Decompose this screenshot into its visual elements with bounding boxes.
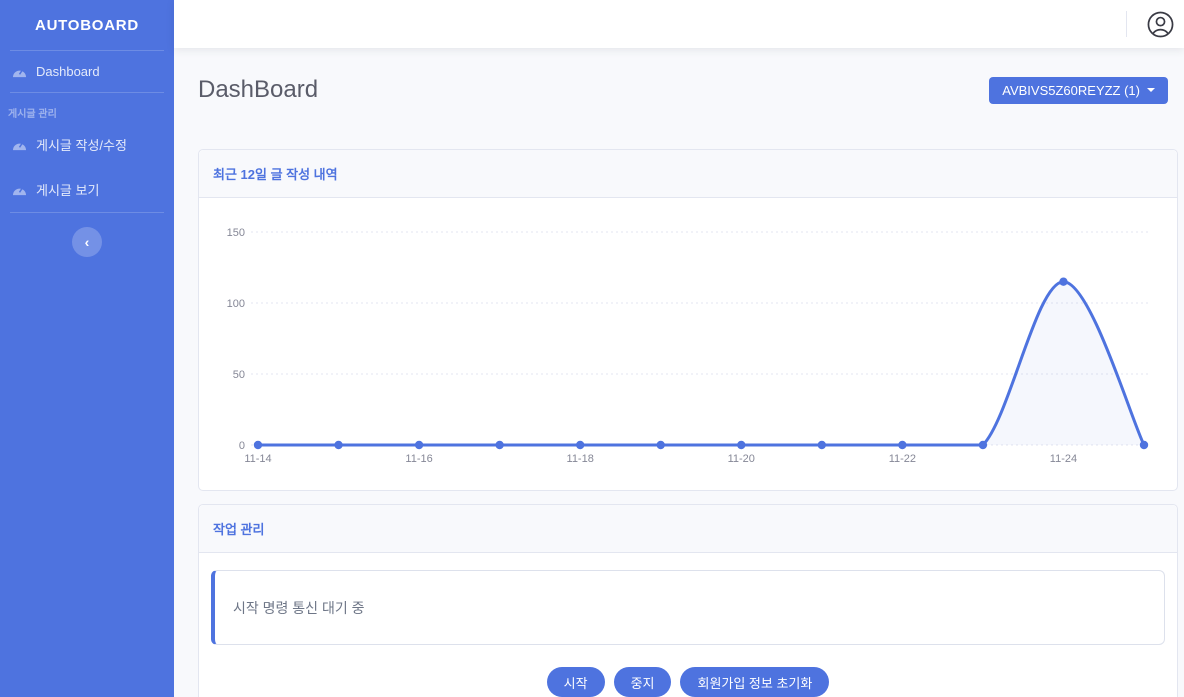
stop-button[interactable]: 중지: [614, 667, 672, 697]
sidebar: AUTOBOARD Dashboard 게시글 관리 게시글 작성/수정 게시글…: [0, 0, 174, 697]
svg-text:0: 0: [239, 440, 245, 452]
task-card-body: 시작 명령 통신 대기 중 시작 중지 회원가입 정보 초기화: [199, 553, 1177, 697]
page-title: DashBoard: [198, 76, 318, 104]
app-root: AUTOBOARD Dashboard 게시글 관리 게시글 작성/수정 게시글…: [0, 0, 1184, 697]
status-message-box: 시작 명령 통신 대기 중: [211, 570, 1165, 645]
sidebar-item-label: Dashboard: [36, 64, 100, 79]
content-area: DashBoard AVBIVS5Z60REYZZ (1) 최근 12일 글 작…: [174, 48, 1184, 697]
sidebar-item-label: 게시글 보기: [36, 180, 99, 199]
status-message: 시작 명령 통신 대기 중: [233, 598, 364, 618]
svg-text:11-24: 11-24: [1050, 453, 1077, 465]
sidebar-item-post-edit[interactable]: 게시글 작성/수정: [0, 122, 174, 167]
svg-text:11-14: 11-14: [244, 453, 271, 465]
topbar: [174, 0, 1184, 48]
account-dropdown-label: AVBIVS5Z60REYZZ (1): [1002, 83, 1140, 98]
chart-body: 0 50 100 150 11-14 11-16 11-18 11-20 11-22 11-24: [199, 198, 1177, 490]
task-buttons-row: 시작 중지 회원가입 정보 초기화: [211, 667, 1165, 697]
tachometer-icon: [12, 65, 27, 78]
page-header: DashBoard AVBIVS5Z60REYZZ (1): [198, 76, 1178, 104]
sidebar-item-post-view[interactable]: 게시글 보기: [0, 167, 174, 212]
recent-posts-card: 최근 12일 글 작성 내역 0 50 100 150 11-14 11-16 11-18 1…: [198, 149, 1178, 491]
sidebar-collapse-wrap: ‹: [0, 213, 174, 257]
sidebar-item-dashboard[interactable]: Dashboard: [0, 51, 174, 92]
angle-left-icon[interactable]: ‹: [72, 227, 102, 257]
task-management-card: 작업 관리 시작 명령 통신 대기 중 시작 중지 회원가입 정보 초기화: [198, 504, 1178, 697]
svg-text:150: 150: [227, 227, 245, 239]
brand-logo[interactable]: AUTOBOARD: [0, 0, 174, 50]
svg-text:100: 100: [227, 298, 245, 310]
caret-down-icon: [1147, 88, 1155, 92]
svg-text:11-18: 11-18: [567, 453, 594, 465]
posts-line-chart: 0 50 100 150 11-14 11-16 11-18 11-20 11-22 11-24: [199, 198, 1179, 490]
sidebar-section-heading: 게시글 관리: [0, 93, 174, 122]
task-card-title: 작업 관리: [199, 505, 1177, 553]
tachometer-icon: [12, 183, 27, 196]
svg-text:11-20: 11-20: [728, 453, 755, 465]
user-circle-icon[interactable]: [1147, 11, 1174, 38]
svg-text:50: 50: [233, 369, 245, 381]
reset-signup-info-button[interactable]: 회원가입 정보 초기화: [680, 667, 829, 697]
start-button[interactable]: 시작: [547, 667, 605, 697]
sidebar-item-label: 게시글 작성/수정: [36, 135, 127, 154]
recent-posts-card-title: 최근 12일 글 작성 내역: [199, 150, 1177, 198]
topbar-divider: [1126, 11, 1127, 37]
svg-text:11-16: 11-16: [405, 453, 432, 465]
account-dropdown-button[interactable]: AVBIVS5Z60REYZZ (1): [989, 77, 1168, 104]
tachometer-icon: [12, 138, 27, 151]
svg-text:11-22: 11-22: [889, 453, 916, 465]
main-column: DashBoard AVBIVS5Z60REYZZ (1) 최근 12일 글 작…: [174, 0, 1184, 697]
